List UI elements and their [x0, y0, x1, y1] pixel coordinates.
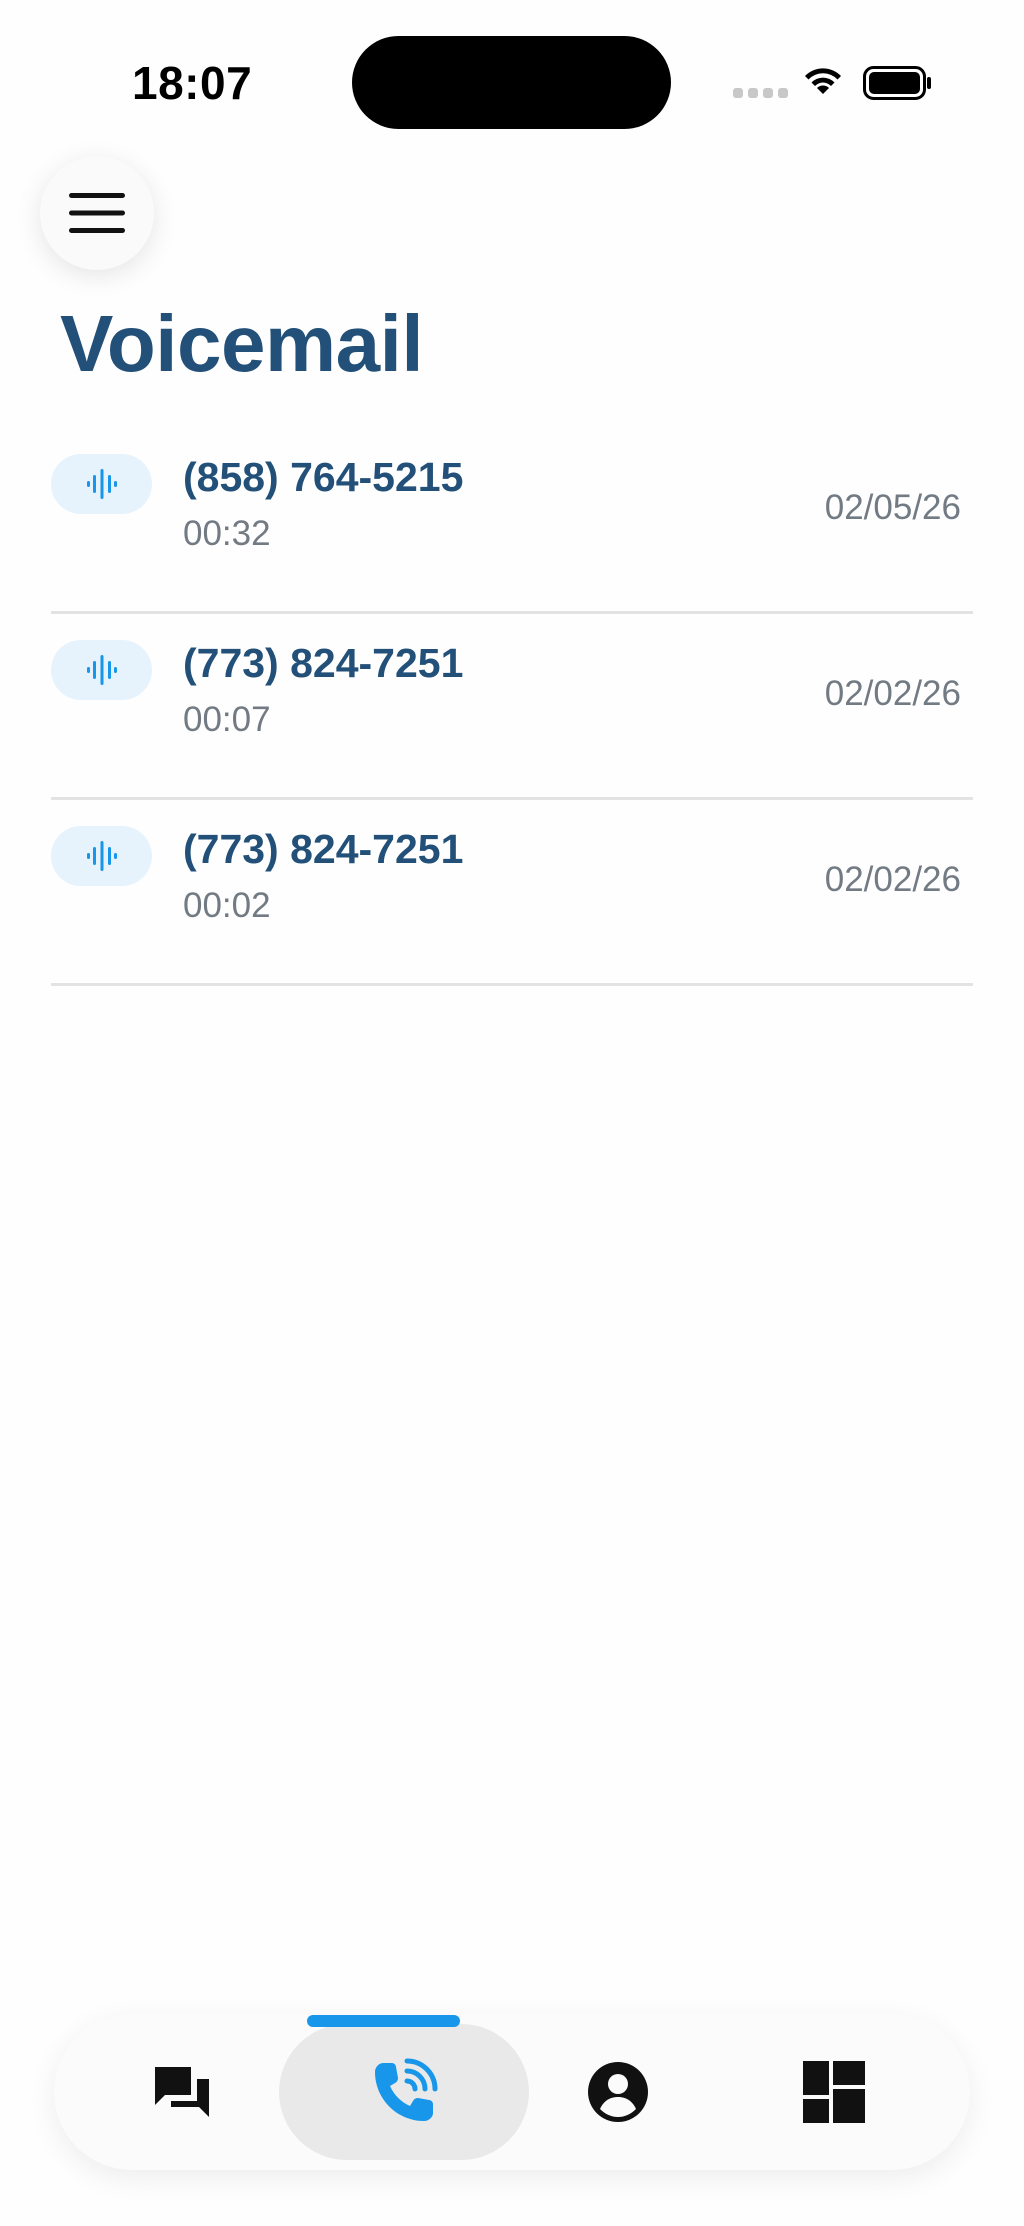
nav-tab-dashboard[interactable]	[766, 2024, 902, 2160]
voicemail-duration: 00:32	[183, 514, 271, 553]
status-time: 18:07	[132, 57, 253, 109]
voicemail-play-button[interactable]	[51, 826, 152, 886]
phone-call-icon	[375, 2058, 438, 2121]
hamburger-menu-icon	[69, 193, 125, 233]
wifi-icon	[805, 68, 841, 94]
voicemail-row[interactable]: (858) 764-5215 00:32 02/05/26	[51, 428, 973, 614]
nav-tab-calls[interactable]	[279, 2024, 529, 2160]
voicemail-number: (773) 824-7251	[183, 640, 464, 686]
voicemail-screen: 18:07 Voicemail (858) 764-5215 00:32 02/…	[0, 0, 1024, 2226]
audio-waveform-icon	[86, 655, 117, 685]
voicemail-date: 02/02/26	[824, 860, 961, 899]
voicemail-number: (773) 824-7251	[183, 826, 464, 872]
voicemail-row[interactable]: (773) 824-7251 00:02 02/02/26	[51, 800, 973, 986]
audio-waveform-icon	[86, 469, 117, 499]
voicemail-number: (858) 764-5215	[183, 454, 464, 500]
account-icon	[588, 2062, 648, 2122]
nav-tab-messages[interactable]	[114, 2024, 250, 2160]
battery-icon	[863, 66, 931, 100]
bottom-nav	[54, 2014, 970, 2170]
cellular-signal-icon	[733, 88, 788, 98]
active-tab-indicator	[307, 2015, 460, 2027]
voicemail-date: 02/05/26	[824, 488, 961, 527]
voicemail-list: (858) 764-5215 00:32 02/05/26 (773) 824-…	[51, 428, 973, 986]
voicemail-date: 02/02/26	[824, 674, 961, 713]
voicemail-row[interactable]: (773) 824-7251 00:07 02/02/26	[51, 614, 973, 800]
audio-waveform-icon	[86, 841, 117, 871]
voicemail-duration: 00:02	[183, 886, 271, 925]
voicemail-duration: 00:07	[183, 700, 271, 739]
menu-button[interactable]	[40, 156, 154, 270]
page-title: Voicemail	[60, 299, 424, 388]
voicemail-play-button[interactable]	[51, 640, 152, 700]
nav-tab-profile[interactable]	[550, 2024, 686, 2160]
dynamic-island	[352, 36, 671, 129]
voicemail-play-button[interactable]	[51, 454, 152, 514]
dashboard-icon	[803, 2061, 865, 2123]
chat-icon	[155, 2067, 209, 2117]
